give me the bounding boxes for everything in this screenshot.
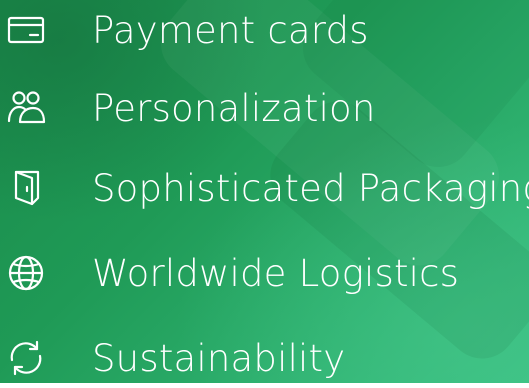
feature-label: Personalization (92, 86, 376, 130)
feature-label: Sophisticated Packaging (92, 166, 529, 210)
feature-list: Payment cards Personalization Sophistica… (0, 0, 529, 383)
feature-label: Sustainability (92, 336, 346, 380)
people-icon (6, 88, 46, 128)
feature-label: Payment cards (92, 8, 369, 52)
packaging-icon (6, 168, 46, 208)
recycle-arrows-icon (6, 338, 46, 378)
feature-label: Worldwide Logistics (92, 251, 460, 295)
globe-icon (6, 253, 46, 293)
payment-card-icon (6, 10, 46, 50)
